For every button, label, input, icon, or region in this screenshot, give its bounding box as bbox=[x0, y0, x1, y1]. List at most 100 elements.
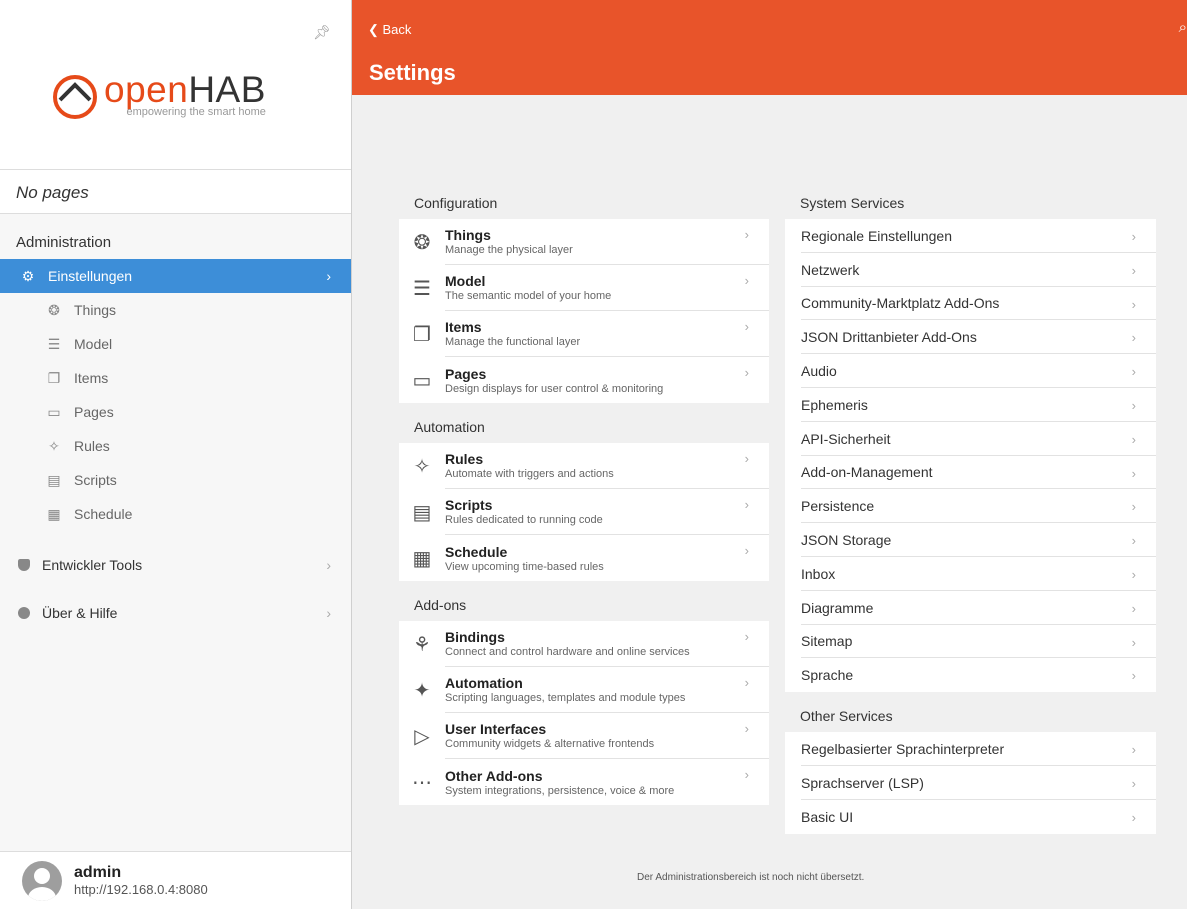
monitor-icon: ▭ bbox=[412, 369, 432, 392]
right-column: System Services Regionale Einstellungen ›… bbox=[785, 195, 1156, 850]
sidebar-item-model[interactable]: ☰ Model bbox=[0, 327, 351, 361]
list-item[interactable]: Basic UI › bbox=[785, 800, 1156, 834]
item-title: Schedule bbox=[445, 543, 508, 560]
item-subtitle: Scripting languages, templates and modul… bbox=[445, 692, 686, 704]
list-item[interactable]: Sprache › bbox=[785, 658, 1156, 692]
list-item-pages[interactable]: ▭ Pages Design displays for user control … bbox=[399, 357, 769, 403]
list-item-model[interactable]: ☰ Model The semantic model of your home › bbox=[399, 265, 769, 311]
chevron-right-icon: › bbox=[1131, 330, 1136, 346]
calendar-icon: ▦ bbox=[47, 505, 61, 522]
item-subtitle: Design displays for user control & monit… bbox=[445, 382, 664, 395]
avatar bbox=[22, 860, 62, 901]
help-icon bbox=[18, 607, 30, 619]
gear-icon: ⚙ bbox=[21, 267, 35, 284]
left-column: Configuration ❂ Things Manage the physica… bbox=[399, 195, 769, 821]
automation-list: ✧ Rules Automate with triggers and action… bbox=[399, 443, 769, 581]
chevron-right-icon: › bbox=[1131, 431, 1136, 447]
sidebar-item-rules[interactable]: ✧ Rules bbox=[0, 429, 351, 463]
calendar-icon: ▦ bbox=[412, 547, 432, 570]
chevron-right-icon: › bbox=[1131, 296, 1136, 312]
list-item[interactable]: Sprachserver (LSP) › bbox=[785, 766, 1156, 800]
list-item[interactable]: Diagramme › bbox=[785, 591, 1156, 625]
wand-icon: ✧ bbox=[413, 455, 431, 478]
chevron-right-icon: › bbox=[744, 273, 749, 288]
list-item[interactable]: Audio › bbox=[785, 354, 1156, 388]
list-item-user-interfaces[interactable]: ▷ User Interfaces Community widgets & alt… bbox=[399, 713, 769, 759]
chevron-right-icon: › bbox=[744, 629, 749, 644]
sidebar-item-label: Things bbox=[74, 302, 117, 318]
shield-icon bbox=[18, 559, 30, 571]
item-subtitle: Community widgets & alternative frontend… bbox=[445, 738, 655, 750]
list-item-automation-addons[interactable]: ✦ Automation Scripting languages, templat… bbox=[399, 667, 769, 713]
top-bar: ❮ Back ⌕ Settings bbox=[352, 0, 1187, 95]
list-item[interactable]: Persistence › bbox=[785, 489, 1156, 523]
sidebar-item-label: Model bbox=[74, 336, 113, 352]
sidebar-item-label: Pages bbox=[74, 404, 114, 420]
chevron-right-icon: › bbox=[1131, 566, 1136, 582]
no-pages-label: No pages bbox=[0, 170, 351, 214]
list-item-items[interactable]: ❐ Items Manage the functional layer › bbox=[399, 311, 769, 357]
list-item[interactable]: Netzwerk › bbox=[785, 253, 1156, 287]
list-item-scripts[interactable]: ▤ Scripts Rules dedicated to running code… bbox=[399, 489, 769, 535]
list-item-label: Sprachserver (LSP) bbox=[801, 774, 924, 791]
chevron-right-icon: › bbox=[744, 675, 749, 690]
list-item[interactable]: Community-Marktplatz Add-Ons › bbox=[785, 287, 1156, 321]
sidebar-item-entwickler-tools[interactable]: Entwickler Tools › bbox=[0, 541, 351, 589]
list-item[interactable]: Sitemap › bbox=[785, 625, 1156, 659]
addons-title: Add-ons bbox=[414, 597, 467, 613]
back-button[interactable]: ❮ Back bbox=[368, 22, 411, 38]
list-item[interactable]: Regionale Einstellungen › bbox=[785, 219, 1156, 253]
list-item-things[interactable]: ❂ Things Manage the physical layer › bbox=[399, 219, 769, 265]
chevron-right-icon: › bbox=[1131, 397, 1136, 413]
script-icon: ▤ bbox=[47, 471, 61, 488]
system-services-title: System Services bbox=[800, 195, 905, 211]
translation-note: Der Administrationsbereich ist noch nich… bbox=[637, 872, 865, 883]
item-title: Rules bbox=[445, 451, 484, 467]
bulb-icon: ❂ bbox=[48, 301, 60, 318]
bulb-icon: ❂ bbox=[413, 231, 431, 254]
chevron-right-icon: › bbox=[1131, 668, 1136, 684]
chevron-right-icon: › bbox=[744, 365, 749, 380]
list-item[interactable]: JSON Storage › bbox=[785, 523, 1156, 557]
list-item-label: JSON Drittanbieter Add-Ons bbox=[801, 329, 977, 346]
sidebar-item-pages[interactable]: ▭ Pages bbox=[0, 395, 351, 429]
list-item-bindings[interactable]: ⚘ Bindings Connect and control hardware a… bbox=[399, 621, 769, 667]
logo-word-hab: HAB bbox=[188, 69, 266, 110]
chevron-right-icon: › bbox=[744, 227, 749, 242]
list-icon: ☰ bbox=[413, 277, 431, 300]
automation-title: Automation bbox=[414, 419, 485, 435]
list-item[interactable]: Regelbasierter Sprachinterpreter › bbox=[785, 732, 1156, 766]
sidebar-item-things[interactable]: ❂ Things bbox=[0, 293, 351, 327]
item-title: Items bbox=[445, 319, 482, 335]
list-icon: ☰ bbox=[47, 335, 61, 352]
list-item[interactable]: JSON Drittanbieter Add-Ons › bbox=[785, 320, 1156, 354]
openhab-logo[interactable]: openHAB empowering the smart home bbox=[50, 70, 266, 120]
item-subtitle: Manage the physical layer bbox=[445, 244, 573, 256]
list-item[interactable]: Ephemeris › bbox=[785, 388, 1156, 422]
list-item-label: Inbox bbox=[801, 565, 836, 582]
item-title: Other Add-ons bbox=[445, 767, 543, 784]
list-item-label: Diagramme bbox=[801, 599, 874, 616]
sidebar-item-items[interactable]: ❐ Items bbox=[0, 361, 351, 395]
list-item-label: JSON Storage bbox=[801, 532, 892, 549]
list-item-rules[interactable]: ✧ Rules Automate with triggers and action… bbox=[399, 443, 769, 489]
list-item-schedule[interactable]: ▦ Schedule View upcoming time-based rules… bbox=[399, 535, 769, 581]
sidebar-item-einstellungen[interactable]: ⚙ Einstellungen › bbox=[0, 259, 351, 293]
chevron-right-icon: › bbox=[1131, 499, 1136, 515]
list-item[interactable]: Inbox › bbox=[785, 557, 1156, 591]
addons-list: ⚘ Bindings Connect and control hardware a… bbox=[399, 621, 769, 805]
sidebar-item-ueber-hilfe[interactable]: Über & Hilfe › bbox=[0, 589, 351, 637]
openhab-logo-icon bbox=[53, 75, 97, 119]
administration-title: Administration bbox=[16, 234, 112, 251]
other-services-list: Regelbasierter Sprachinterpreter › Sprach… bbox=[785, 732, 1156, 834]
sidebar-item-scripts[interactable]: ▤ Scripts bbox=[0, 463, 351, 497]
sparkle-icon: ✦ bbox=[413, 679, 431, 702]
list-item[interactable]: Add-on-Management › bbox=[785, 456, 1156, 490]
user-bar[interactable]: admin http://192.168.0.4:8080 bbox=[0, 851, 351, 909]
sidebar: 📌︎ openHAB empowering the smart home No … bbox=[0, 0, 352, 909]
list-item[interactable]: API-Sicherheit › bbox=[785, 422, 1156, 456]
list-item-other-addons[interactable]: ⋯ Other Add-ons System integrations, pers… bbox=[399, 759, 769, 805]
sidebar-item-schedule[interactable]: ▦ Schedule bbox=[0, 497, 351, 531]
pin-icon[interactable]: 📌︎ bbox=[313, 24, 331, 41]
search-icon[interactable]: ⌕ bbox=[1179, 19, 1187, 36]
